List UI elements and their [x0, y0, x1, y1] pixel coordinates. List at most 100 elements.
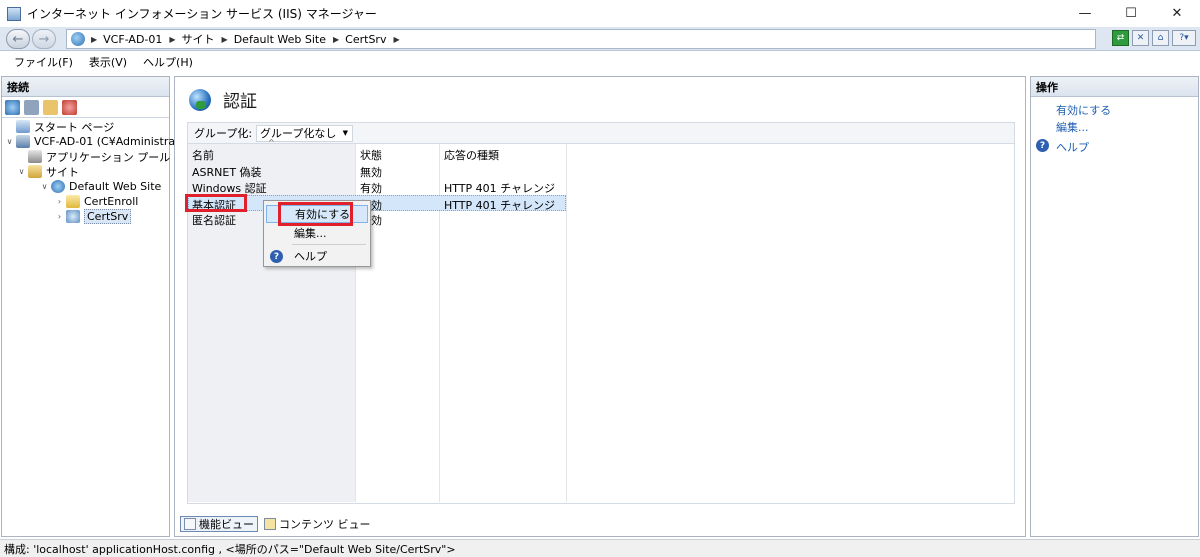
page-title: 認証 [223, 92, 257, 112]
menu-file[interactable]: ファイル(F) [6, 54, 81, 70]
column-header-response-type[interactable]: 応答の種類 [444, 147, 499, 163]
actions-panel: 操作 有効にする 編集... ? ヘルプ [1030, 76, 1199, 537]
menu-help[interactable]: ヘルプ(H) [135, 54, 201, 70]
refresh-icon[interactable]: ⇄ [1112, 30, 1129, 46]
features-view-icon [184, 518, 196, 530]
chevron-right-icon: ▶ [221, 34, 228, 44]
authentication-list: ^ 名前 状態 応答の種類 ASRNET 偽装 無効 Windows 認証 有効… [187, 138, 1015, 504]
breadcrumb-item-server[interactable]: VCF-AD-01 ▶ [103, 33, 181, 46]
server-globe-icon [71, 32, 85, 46]
chevron-right-icon[interactable]: › [55, 212, 64, 221]
minimize-button[interactable]: — [1062, 0, 1108, 27]
menu-view[interactable]: 表示(V) [81, 54, 135, 70]
up-level-icon[interactable] [43, 99, 58, 115]
row-name: 匿名認証 [192, 214, 236, 227]
chevron-right-icon: ▶ [393, 34, 400, 44]
save-icon[interactable] [24, 99, 39, 115]
page-header: 認証 [189, 87, 257, 112]
sort-ascending-icon: ^ [268, 138, 275, 147]
forward-button[interactable]: → [32, 29, 56, 49]
action-edit[interactable]: 編集... [1056, 119, 1089, 135]
menu-bar: ファイル(F) 表示(V) ヘルプ(H) [0, 52, 1200, 72]
tab-content-view[interactable]: コンテンツ ビュー [261, 516, 374, 532]
address-bar: ← → ▶ VCF-AD-01 ▶ サイト ▶ Default Web Site ▶ … [0, 27, 1200, 51]
chevron-right-icon: ▶ [169, 34, 176, 44]
breadcrumb-label: サイト [181, 33, 215, 46]
tree-item-certsrv[interactable]: › CertSrv [55, 209, 132, 224]
breadcrumb-item-sites[interactable]: サイト ▶ [182, 31, 234, 47]
chevron-right-icon: ▶ [333, 34, 340, 44]
arrow-left-icon: ← [12, 31, 24, 47]
row-name: ASRNET 偽装 [192, 166, 262, 179]
tree-item-label: CertSrv [84, 209, 132, 224]
group-by-label: グループ化: [194, 127, 253, 140]
breadcrumb[interactable]: ▶ VCF-AD-01 ▶ サイト ▶ Default Web Site ▶ Cert… [66, 29, 1096, 49]
tree-item-label: Default Web Site [69, 180, 162, 193]
tree-item-label: アプリケーション プール [46, 150, 171, 164]
highlight-box-basic-auth [185, 194, 247, 212]
app-pool-icon [28, 150, 42, 163]
tab-features-view[interactable]: 機能ビュー [180, 516, 258, 532]
tree-item-certenroll[interactable]: › CertEnroll [55, 194, 138, 209]
action-help[interactable]: ヘルプ [1056, 139, 1089, 155]
connections-header: 接続 [2, 77, 169, 97]
chevron-down-icon[interactable]: ∨ [5, 137, 14, 146]
breadcrumb-label: Default Web Site [233, 32, 326, 46]
tree-item-app-pools[interactable]: アプリケーション プール [28, 149, 170, 164]
chevron-down-icon: ▼ [342, 129, 349, 137]
table-row[interactable]: 匿名認証 有効 [188, 211, 566, 227]
tree-item-label: スタート ページ [34, 120, 115, 134]
connections-toolbar [2, 97, 169, 118]
breadcrumb-item-default-web-site[interactable]: Default Web Site ▶ [234, 33, 345, 46]
tree-item-label: VCF-AD-01 (C¥Administrator) [34, 135, 195, 148]
row-response-type: HTTP 401 チャレンジ [444, 182, 556, 195]
tree-item-start-page[interactable]: スタート ページ [16, 119, 114, 134]
table-row[interactable]: Windows 認証 有効 HTTP 401 チャレンジ [188, 179, 566, 195]
home-icon[interactable]: ⌂ [1152, 30, 1169, 46]
chevron-down-icon[interactable]: ∨ [40, 182, 49, 191]
row-status: 無効 [360, 166, 382, 179]
stop-icon[interactable]: ✕ [1132, 30, 1149, 46]
tree-item-sites[interactable]: ∨ サイト [17, 164, 79, 179]
status-bar: 構成: 'localhost' applicationHost.config ,… [0, 539, 1200, 557]
connect-icon[interactable] [5, 99, 20, 115]
column-header-name[interactable]: 名前 [192, 147, 214, 163]
disconnect-icon[interactable] [62, 99, 77, 115]
column-header-status[interactable]: 状態 [360, 147, 382, 163]
breadcrumb-label: CertSrv [345, 32, 387, 46]
close-button[interactable]: ✕ [1154, 0, 1200, 27]
content-view-icon [264, 518, 276, 530]
arrow-right-icon: → [38, 31, 50, 47]
tree-item-label: CertEnroll [84, 195, 139, 208]
help-icon: ? [1036, 139, 1049, 152]
tree-item-default-web-site[interactable]: ∨ Default Web Site [40, 179, 161, 194]
window-title: インターネット インフォメーション サービス (IIS) マネージャー [27, 7, 377, 21]
action-enable[interactable]: 有効にする [1056, 102, 1111, 118]
application-icon [66, 210, 80, 223]
address-toolbar: ⇄ ✕ ⌂ ?▾ [1112, 30, 1196, 46]
chevron-down-icon[interactable]: ∨ [17, 167, 26, 176]
highlight-box-enable [278, 202, 353, 226]
tree-item-server[interactable]: ∨ VCF-AD-01 (C¥Administrator) [5, 134, 195, 149]
website-globe-icon [51, 180, 65, 193]
row-status: 有効 [360, 182, 382, 195]
help-dropdown-icon[interactable]: ?▾ [1172, 30, 1196, 46]
sites-folder-icon [28, 165, 42, 178]
context-menu-help[interactable]: ヘルプ [266, 247, 368, 265]
tab-label: コンテンツ ビュー [279, 518, 371, 531]
maximize-button[interactable]: ☐ [1108, 0, 1154, 27]
server-icon [16, 135, 30, 148]
context-menu-edit[interactable]: 編集... [266, 224, 368, 242]
window-controls: — ☐ ✕ [1062, 0, 1200, 27]
column-divider [566, 144, 567, 502]
table-row[interactable]: ASRNET 偽装 無効 [188, 163, 566, 179]
chevron-right-icon[interactable]: › [55, 197, 64, 206]
start-page-icon [16, 120, 30, 133]
context-menu-separator [292, 244, 366, 245]
tree-item-label: サイト [46, 165, 79, 179]
back-button[interactable]: ← [6, 29, 30, 49]
view-tabs: 機能ビュー コンテンツ ビュー [180, 516, 374, 532]
breadcrumb-item-certsrv[interactable]: CertSrv ▶ [345, 33, 405, 46]
authentication-globe-icon [189, 88, 211, 111]
actions-header: 操作 [1031, 77, 1198, 97]
